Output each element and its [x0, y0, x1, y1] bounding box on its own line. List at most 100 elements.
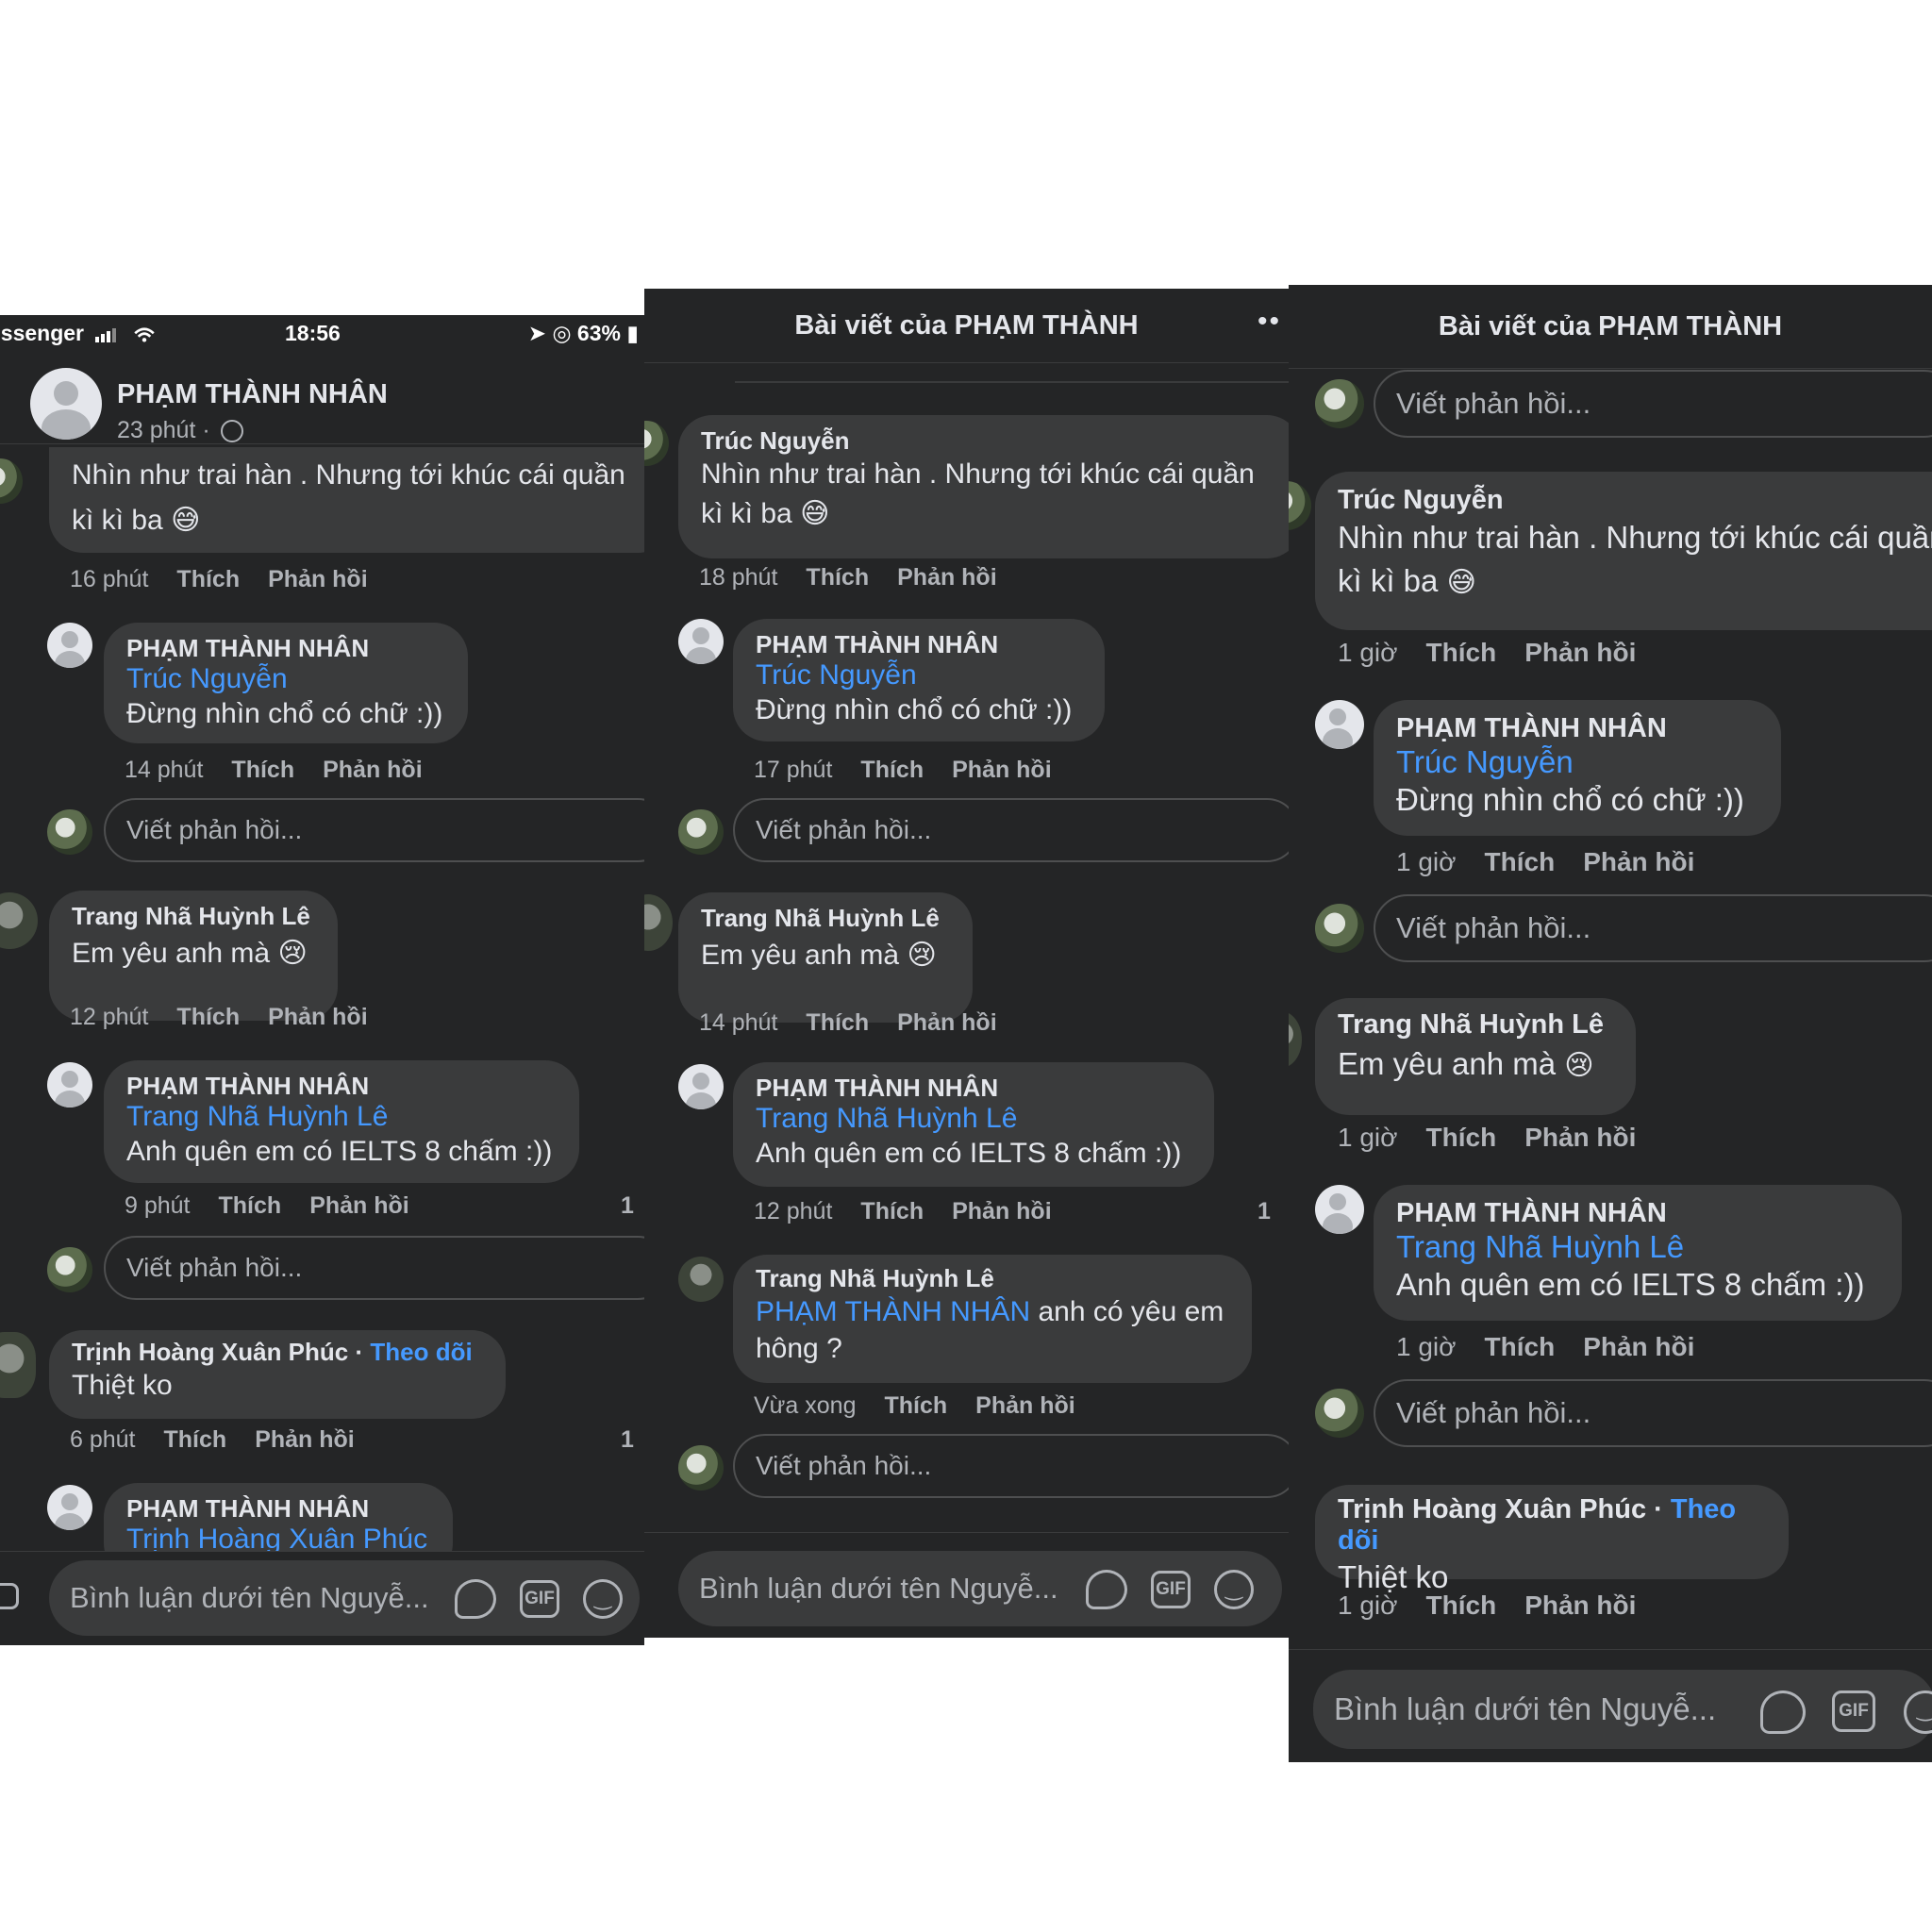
- comment-actions: 14 phút Thích Phản hồi: [699, 1009, 997, 1036]
- like-button[interactable]: Thích: [176, 566, 240, 592]
- like-button[interactable]: Thích: [1426, 1591, 1497, 1620]
- post-author[interactable]: PHẠM THÀNH NHÂN: [117, 379, 388, 410]
- avatar[interactable]: [0, 1332, 36, 1398]
- like-button[interactable]: Thích: [860, 757, 924, 783]
- like-button[interactable]: Thích: [806, 564, 869, 591]
- avatar[interactable]: [0, 458, 23, 504]
- avatar[interactable]: [1315, 1185, 1364, 1234]
- reply-button[interactable]: Phản hồi: [1524, 1123, 1636, 1152]
- mention-link[interactable]: Trúc Nguyễn: [756, 659, 1082, 691]
- more-options-icon[interactable]: ••: [1257, 306, 1281, 338]
- comment-text: PHẠM THÀNH NHÂN anh có yêu em: [756, 1296, 1224, 1327]
- reply-button[interactable]: Phản hồi: [268, 1004, 368, 1030]
- avatar[interactable]: [678, 1064, 724, 1109]
- commenter-name[interactable]: PHẠM THÀNH NHÂN: [126, 1072, 557, 1101]
- commenter-name[interactable]: Trúc Nguyễn: [701, 426, 1278, 456]
- gif-button[interactable]: GIF: [520, 1580, 559, 1618]
- reply-input[interactable]: Viết phản hồi...: [1374, 894, 1932, 962]
- avatar[interactable]: [644, 421, 669, 466]
- reply-input[interactable]: Viết phản hồi...: [1374, 1379, 1932, 1447]
- like-button[interactable]: Thích: [219, 1192, 282, 1219]
- comment-bubble: Trang Nhã Huỳnh Lê Em yêu anh mà 😢: [1315, 998, 1636, 1115]
- comment-input[interactable]: Bình luận dưới tên Nguyễ...: [678, 1551, 1282, 1626]
- commenter-name: Trịnh Hoàng Xuân Phúc · Theo dõi: [1338, 1494, 1737, 1556]
- reply-input[interactable]: Viết phản hồi...: [733, 1434, 1289, 1498]
- reply-button[interactable]: Phản hồi: [309, 1192, 409, 1219]
- commenter-name[interactable]: Trang Nhã Huỳnh Lê: [1338, 1009, 1613, 1041]
- mention-link[interactable]: PHẠM THÀNH NHÂN: [756, 1296, 1030, 1327]
- reply-button[interactable]: Phản hồi: [897, 1009, 997, 1036]
- comment-text: Anh quên em có IELTS 8 chấm :)): [756, 1138, 1182, 1169]
- commenter-name[interactable]: PHẠM THÀNH NHÂN: [1396, 713, 1758, 744]
- avatar[interactable]: [644, 894, 673, 951]
- avatar[interactable]: [47, 1062, 92, 1108]
- reply-button[interactable]: Phản hồi: [1524, 1591, 1636, 1620]
- commenter-name[interactable]: PHẠM THÀNH NHÂN: [1396, 1198, 1879, 1229]
- commenter-name[interactable]: Trang Nhã Huỳnh Lê: [701, 904, 950, 933]
- like-button[interactable]: Thích: [231, 757, 294, 783]
- reply-button[interactable]: Phản hồi: [897, 564, 997, 591]
- sticker-icon[interactable]: [455, 1579, 496, 1619]
- avatar[interactable]: [1315, 700, 1364, 749]
- mention-link[interactable]: Trang Nhã Huỳnh Lê: [1396, 1229, 1879, 1265]
- like-button[interactable]: Thích: [860, 1198, 924, 1224]
- mention-link[interactable]: Trúc Nguyễn: [1396, 744, 1758, 780]
- avatar[interactable]: [678, 619, 724, 664]
- like-button[interactable]: Thích: [176, 1004, 240, 1030]
- commenter-name-link[interactable]: Trịnh Hoàng Xuân Phúc: [72, 1338, 348, 1366]
- reply-button[interactable]: Phản hồi: [268, 566, 368, 592]
- commenter-name[interactable]: Trang Nhã Huỳnh Lê: [72, 902, 315, 931]
- comment-actions: 1 giờ Thích Phản hồi: [1338, 1123, 1637, 1152]
- comment-text: Nhìn như trai hàn . Nhưng tới khúc cái q…: [1338, 520, 1932, 555]
- reply-input[interactable]: Viết phản hồi...: [104, 1236, 644, 1300]
- like-button[interactable]: Thích: [1485, 847, 1556, 876]
- sweat-smile-emoji: 😅: [171, 505, 201, 536]
- like-button[interactable]: Thích: [806, 1009, 869, 1036]
- like-button[interactable]: Thích: [164, 1426, 227, 1453]
- author-avatar[interactable]: [30, 368, 102, 440]
- divider: [735, 381, 1289, 383]
- sticker-icon[interactable]: [1760, 1690, 1806, 1734]
- like-button[interactable]: Thích: [1485, 1332, 1556, 1361]
- commenter-name-link[interactable]: Trịnh Hoàng Xuân Phúc: [1338, 1494, 1646, 1524]
- emoji-button[interactable]: ‿: [583, 1579, 623, 1619]
- comment-text: kì kì ba 😅: [72, 505, 201, 536]
- reply-button[interactable]: Phản hồi: [323, 757, 423, 783]
- reply-button[interactable]: Phản hồi: [1583, 1332, 1694, 1361]
- gif-button[interactable]: GIF: [1151, 1571, 1191, 1608]
- mention-link[interactable]: Trúc Nguyễn: [126, 663, 445, 695]
- emoji-button[interactable]: ‿: [1214, 1570, 1254, 1609]
- commenter-name[interactable]: PHẠM THÀNH NHÂN: [756, 630, 1082, 659]
- reply-button[interactable]: Phản hồi: [1524, 638, 1636, 667]
- avatar[interactable]: [0, 892, 38, 949]
- reply-input[interactable]: Viết phản hồi...: [733, 798, 1289, 862]
- avatar[interactable]: [1289, 481, 1311, 530]
- comment-bubble: PHẠM THÀNH NHÂN Trúc Nguyễn Đừng nhìn ch…: [1374, 700, 1781, 836]
- avatar[interactable]: [678, 1257, 724, 1302]
- like-button[interactable]: Thích: [1426, 638, 1497, 667]
- reply-input[interactable]: Viết phản hồi...: [1374, 370, 1932, 438]
- follow-link[interactable]: Theo dõi: [370, 1338, 472, 1366]
- like-button[interactable]: Thích: [1426, 1123, 1497, 1152]
- gif-button[interactable]: GIF: [1832, 1690, 1875, 1732]
- comment-actions: 6 phút Thích Phản hồi: [70, 1426, 355, 1453]
- sticker-icon[interactable]: [1086, 1570, 1127, 1609]
- camera-icon[interactable]: [0, 1583, 19, 1609]
- commenter-name[interactable]: PHẠM THÀNH NHÂN: [126, 1494, 430, 1524]
- avatar[interactable]: [47, 623, 92, 668]
- reply-button[interactable]: Phản hồi: [952, 757, 1052, 783]
- reply-button[interactable]: Phản hồi: [952, 1198, 1052, 1224]
- reply-button[interactable]: Phản hồi: [975, 1392, 1075, 1419]
- reply-button[interactable]: Phản hồi: [1583, 847, 1694, 876]
- commenter-name[interactable]: Trang Nhã Huỳnh Lê: [756, 1264, 1229, 1293]
- commenter-name[interactable]: PHẠM THÀNH NHÂN: [126, 634, 445, 663]
- mention-link[interactable]: Trang Nhã Huỳnh Lê: [756, 1103, 1191, 1135]
- commenter-name[interactable]: Trúc Nguyễn: [1338, 485, 1932, 516]
- mention-link[interactable]: Trang Nhã Huỳnh Lê: [126, 1101, 557, 1133]
- reply-input[interactable]: Viết phản hồi...: [104, 798, 644, 862]
- commenter-name[interactable]: PHẠM THÀNH NHÂN: [756, 1074, 1191, 1103]
- avatar[interactable]: [1289, 1011, 1302, 1068]
- like-button[interactable]: Thích: [884, 1392, 947, 1419]
- reply-button[interactable]: Phản hồi: [255, 1426, 355, 1453]
- avatar[interactable]: [47, 1485, 92, 1530]
